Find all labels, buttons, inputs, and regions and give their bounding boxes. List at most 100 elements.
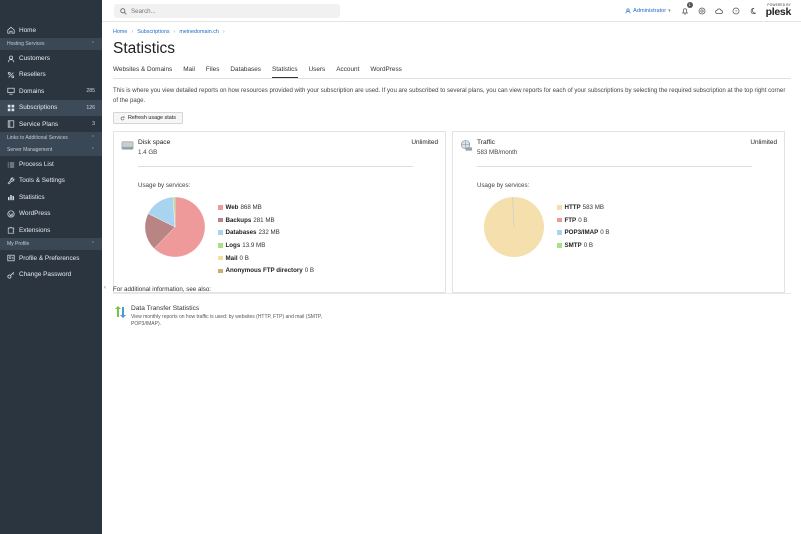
sidebar-item-resellers[interactable]: Resellers xyxy=(0,67,102,83)
legend-service-name: HTTP xyxy=(564,203,581,211)
breadcrumb-subscriptions[interactable]: Subscriptions xyxy=(137,29,169,35)
sidebar-item-home[interactable]: Home xyxy=(0,22,102,38)
traffic-limit: Unlimited xyxy=(750,139,777,146)
dts-title[interactable]: Data Transfer Statistics xyxy=(131,305,341,312)
legend-service-name: Logs xyxy=(225,241,241,249)
collapse-sidebar-button[interactable]: ‹ xyxy=(102,282,108,294)
traffic-card: Traffic 583 MB/month Unlimited Usage by … xyxy=(452,131,785,293)
data-transfer-statistics-link[interactable]: Data Transfer Statistics View monthly re… xyxy=(113,305,341,328)
book-icon xyxy=(7,120,15,128)
sidebar-item-label: Resellers xyxy=(19,71,46,79)
dts-description: View monthly reports on how traffic is u… xyxy=(131,314,323,327)
refresh-icon xyxy=(120,115,125,120)
admin-menu[interactable]: Administrator ▾ xyxy=(625,8,671,14)
home-icon xyxy=(7,26,15,34)
tab-statistics[interactable]: Statistics xyxy=(271,66,298,78)
sidebar-item-label: Tools & Settings xyxy=(19,177,65,185)
legend-service-value: 0 B xyxy=(304,267,315,275)
legend-item: Mail 0 B xyxy=(218,252,314,265)
sidebar-item-label: Domains xyxy=(19,87,45,95)
traffic-title: Traffic xyxy=(477,139,495,146)
sidebar-item-profile-preferences[interactable]: Profile & Preferences xyxy=(0,250,102,266)
sidebar-item-statistics[interactable]: Statistics xyxy=(0,189,102,205)
legend-swatch xyxy=(218,205,223,210)
sidebar-item-wordpress[interactable]: WordPress xyxy=(0,206,102,222)
chevron-up-icon: ⌃ xyxy=(90,147,95,154)
user-icon xyxy=(625,8,631,14)
chevron-right-icon: › xyxy=(131,29,134,35)
page-title: Statistics xyxy=(113,40,176,57)
legend-swatch xyxy=(557,205,562,210)
sidebar-item-subscriptions[interactable]: Subscriptions 126 xyxy=(0,99,102,116)
legend-service-value: 281 MB xyxy=(253,216,275,224)
main-content: Home › Subscriptions › meinedomain.ch › … xyxy=(113,22,791,327)
help-button[interactable]: ? xyxy=(732,7,741,16)
breadcrumb-domain[interactable]: meinedomain.ch xyxy=(179,29,219,35)
chevron-up-icon: ⌃ xyxy=(90,241,95,248)
legend-service-value: 583 MB xyxy=(582,203,604,211)
search-box[interactable] xyxy=(114,4,340,18)
chevron-up-icon: ⌃ xyxy=(90,135,95,142)
bell-icon xyxy=(682,8,689,15)
sidebar-section-my-profile[interactable]: My Profile ⌃ xyxy=(0,238,102,251)
search-input[interactable] xyxy=(131,7,321,15)
sidebar-item-count: 285 xyxy=(86,88,95,95)
legend-service-value: 0 B xyxy=(583,241,593,249)
traffic-value: 583 MB/month xyxy=(477,149,518,156)
sidebar-item-domains[interactable]: Domains 285 xyxy=(0,83,102,99)
legend-item: Anonymous FTP directory 0 B xyxy=(218,264,314,277)
sidebar-item-label: WordPress xyxy=(19,210,51,218)
chevron-right-icon: › xyxy=(222,29,225,35)
sidebar-item-tools-settings[interactable]: Tools & Settings xyxy=(0,173,102,189)
legend-item: Databases 232 MB xyxy=(218,226,314,239)
sidebar-item-change-password[interactable]: Change Password xyxy=(0,267,102,283)
tab-mail[interactable]: Mail xyxy=(183,66,195,78)
traffic-icon xyxy=(461,140,473,151)
legend-service-name: Databases xyxy=(225,229,257,237)
transfer-arrows-icon xyxy=(115,306,126,318)
sidebar-item-process-list[interactable]: Process List xyxy=(0,156,102,172)
legend-service-value: 232 MB xyxy=(258,229,280,237)
sidebar-section-links-to-additional-services[interactable]: Links to Additional Services ⌃ xyxy=(0,132,102,145)
refresh-usage-button[interactable]: Refresh usage stats xyxy=(113,112,183,124)
breadcrumb-home[interactable]: Home xyxy=(113,29,127,35)
legend-service-value: 868 MB xyxy=(240,203,262,211)
top-header: Administrator ▾ 1 ? POWERED BY plesk xyxy=(102,0,801,22)
traffic-usage-legend: HTTP 583 MB FTP 0 B POP3/IMAP 0 B SMTP 0 B xyxy=(557,201,610,252)
cloud-button[interactable] xyxy=(715,7,724,16)
legend-service-name: Mail xyxy=(225,254,238,262)
legend-service-value: 13.9 MB xyxy=(242,241,266,249)
sidebar-item-label: Subscriptions xyxy=(19,104,58,112)
sidebar-section-label: Links to Additional Services xyxy=(7,135,68,142)
page-description: This is where you view detailed reports … xyxy=(113,87,786,104)
tab-account[interactable]: Account xyxy=(336,66,359,78)
see-also-text: For additional information, see also: xyxy=(113,286,212,293)
tab-users[interactable]: Users xyxy=(309,66,326,78)
sidebar-section-hosting-services[interactable]: Hosting Services ⌃ xyxy=(0,38,102,51)
monitor-icon xyxy=(7,87,15,95)
chevron-up-icon: ⌃ xyxy=(90,41,95,48)
sidebar-item-customers[interactable]: Customers xyxy=(0,50,102,66)
theme-button[interactable] xyxy=(749,7,758,16)
sidebar-item-extensions[interactable]: Extensions xyxy=(0,222,102,238)
sidebar-section-label: Server Management xyxy=(7,147,53,154)
tab-wordpress[interactable]: WordPress xyxy=(370,66,402,78)
traffic-usage-label: Usage by services: xyxy=(477,182,530,189)
notifications-button[interactable]: 1 xyxy=(681,1,693,16)
support-icon xyxy=(698,7,706,15)
svg-text:?: ? xyxy=(735,8,738,13)
breadcrumb: Home › Subscriptions › meinedomain.ch › xyxy=(113,29,791,35)
sidebar-item-count: 126 xyxy=(86,104,95,111)
legend-service-name: SMTP xyxy=(564,241,582,249)
sidebar-item-service-plans[interactable]: Service Plans 3 xyxy=(0,116,102,132)
legend-service-name: Anonymous FTP directory xyxy=(225,267,303,275)
sidebar-section-server-management[interactable]: Server Management ⌃ xyxy=(0,144,102,157)
tab-databases[interactable]: Databases xyxy=(230,66,261,78)
legend-item: HTTP 583 MB xyxy=(557,201,610,214)
tab-websites-domains[interactable]: Websites & Domains xyxy=(113,66,172,78)
legend-service-name: POP3/IMAP xyxy=(564,229,599,237)
tab-files[interactable]: Files xyxy=(206,66,220,78)
legend-swatch xyxy=(218,217,223,223)
extensions-header-button[interactable] xyxy=(698,7,707,16)
chevron-right-icon: › xyxy=(173,29,176,35)
